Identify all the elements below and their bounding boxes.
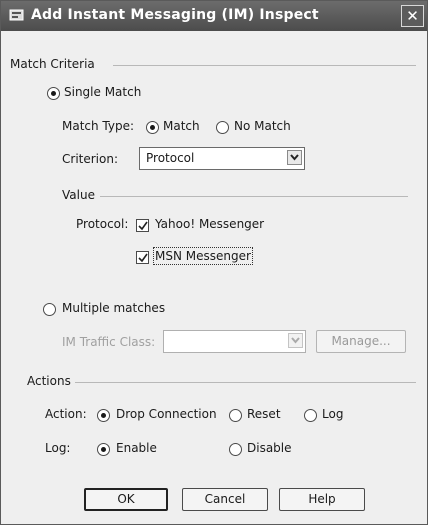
yahoo-messenger-label: Yahoo! Messenger	[155, 217, 265, 231]
cancel-button[interactable]: Cancel	[182, 488, 268, 511]
chevron-down-icon	[287, 150, 302, 165]
match-criteria-divider	[113, 65, 416, 66]
close-icon: ✕	[406, 7, 419, 25]
action-drop-connection-radio[interactable]	[97, 409, 110, 422]
action-drop-connection-label: Drop Connection	[116, 407, 217, 421]
ok-button[interactable]: OK	[84, 488, 168, 511]
chevron-down-icon	[288, 333, 303, 348]
check-icon	[138, 253, 148, 263]
match-type-no-match-radio[interactable]	[216, 121, 229, 134]
action-log-radio[interactable]	[304, 409, 317, 422]
protocol-label: Protocol:	[76, 217, 129, 231]
msn-messenger-label: MSN Messenger	[153, 247, 253, 265]
multiple-matches-label: Multiple matches	[62, 301, 166, 315]
manage-button[interactable]: Manage...	[316, 330, 406, 353]
msn-messenger-checkbox[interactable]	[136, 251, 149, 264]
match-type-match-label: Match	[163, 119, 200, 133]
value-legend: Value	[62, 188, 95, 202]
dialog-title: Add Instant Messaging (IM) Inspect	[31, 7, 319, 23]
im-traffic-class-label: IM Traffic Class:	[62, 335, 156, 349]
action-label: Action:	[45, 407, 87, 421]
criterion-label: Criterion:	[62, 152, 118, 166]
match-type-match-radio[interactable]	[146, 121, 159, 134]
criterion-select[interactable]: Protocol	[139, 147, 305, 170]
im-traffic-class-select[interactable]	[163, 330, 306, 353]
match-criteria-legend: Match Criteria	[10, 57, 95, 71]
log-enable-radio[interactable]	[97, 443, 110, 456]
action-reset-radio[interactable]	[229, 409, 242, 422]
help-button[interactable]: Help	[279, 488, 365, 511]
match-type-label: Match Type:	[62, 119, 135, 133]
actions-legend: Actions	[27, 374, 71, 388]
multiple-matches-radio[interactable]	[43, 303, 56, 316]
log-disable-radio[interactable]	[229, 443, 242, 456]
title-bar: Add Instant Messaging (IM) Inspect ✕	[1, 1, 427, 31]
action-reset-label: Reset	[247, 407, 281, 421]
match-type-no-match-label: No Match	[234, 119, 291, 133]
single-match-label: Single Match	[64, 85, 142, 99]
actions-divider	[75, 382, 416, 383]
action-log-label: Log	[322, 407, 344, 421]
criterion-select-value: Protocol	[146, 151, 195, 165]
log-enable-label: Enable	[116, 441, 157, 455]
value-divider	[100, 196, 408, 197]
dialog-app-icon	[9, 8, 25, 23]
close-button[interactable]: ✕	[401, 5, 424, 27]
check-icon	[138, 221, 148, 231]
single-match-radio[interactable]	[47, 87, 60, 100]
yahoo-messenger-checkbox[interactable]	[136, 219, 149, 232]
dialog-window: Add Instant Messaging (IM) Inspect ✕ Mat…	[0, 0, 428, 525]
log-label: Log:	[45, 441, 71, 455]
log-disable-label: Disable	[247, 441, 292, 455]
